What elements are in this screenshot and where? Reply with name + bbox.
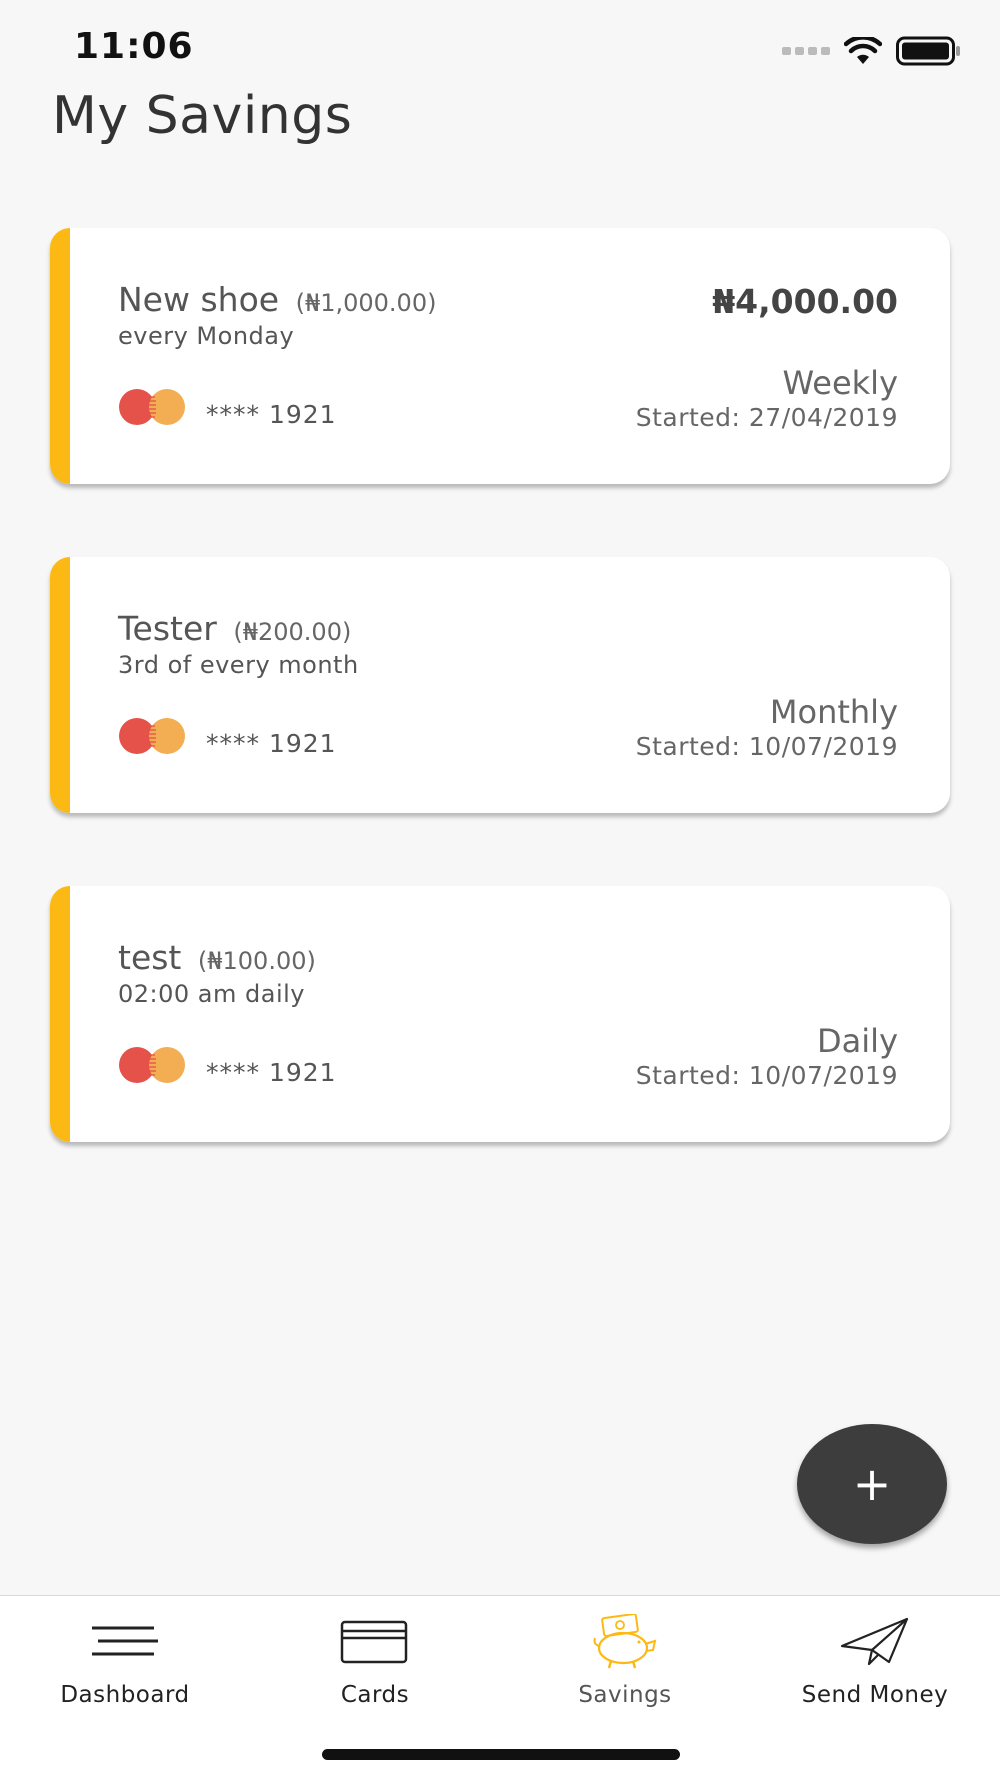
savings-card[interactable]: Tester (₦200.00) 3rd of every month ****… (50, 557, 950, 813)
battery-icon (896, 36, 960, 66)
savings-frequency: Daily (817, 1022, 898, 1060)
savings-total: ₦4,000.00 (712, 282, 898, 321)
savings-schedule: 02:00 am daily (118, 980, 305, 1008)
savings-title: test (118, 938, 182, 977)
status-icons (782, 36, 962, 66)
savings-start-date: Started: 27/04/2019 (635, 403, 898, 432)
savings-name: New shoe (₦1,000.00) (118, 280, 436, 319)
savings-title: New shoe (118, 280, 280, 319)
piggy-bank-icon (589, 1614, 661, 1670)
nav-label: Send Money (801, 1682, 949, 1708)
savings-title: Tester (118, 609, 217, 648)
home-indicator[interactable] (322, 1749, 680, 1760)
mastercard-icon (119, 718, 185, 754)
savings-name: Tester (₦200.00) (118, 609, 351, 648)
savings-amount: (₦200.00) (233, 618, 352, 646)
paper-plane-icon (839, 1614, 911, 1670)
plus-icon: + (852, 1457, 892, 1511)
savings-amount: (₦100.00) (197, 947, 316, 975)
wifi-icon (844, 37, 882, 64)
status-time: 11:06 (74, 26, 194, 67)
mastercard-icon (119, 389, 185, 425)
savings-screen: 11:06 My Savings New shoe (₦1,000.00) ev… (0, 0, 1000, 1778)
mastercard-icon (119, 1047, 185, 1083)
savings-card[interactable]: test (₦100.00) 02:00 am daily **** 1921 … (50, 886, 950, 1142)
savings-frequency: Weekly (782, 364, 899, 402)
savings-schedule: 3rd of every month (118, 651, 359, 679)
cellular-signal-icon (782, 47, 830, 55)
card-number: **** 1921 (206, 1058, 337, 1087)
nav-item-cards[interactable]: Cards (250, 1614, 500, 1724)
card-number: **** 1921 (206, 400, 337, 429)
savings-start-date: Started: 10/07/2019 (635, 1061, 898, 1090)
nav-label: Savings (578, 1682, 672, 1708)
savings-start-date: Started: 10/07/2019 (635, 732, 898, 761)
card-icon (340, 1614, 410, 1670)
nav-item-savings[interactable]: Savings (500, 1614, 750, 1724)
menu-icon (90, 1614, 160, 1670)
add-savings-button[interactable]: + (797, 1424, 947, 1544)
savings-card[interactable]: New shoe (₦1,000.00) every Monday ₦4,000… (50, 228, 950, 484)
savings-frequency: Monthly (769, 693, 898, 731)
card-number: **** 1921 (206, 729, 337, 758)
savings-amount: (₦1,000.00) (295, 289, 437, 317)
page-title: My Savings (52, 86, 353, 146)
nav-label: Cards (340, 1682, 410, 1708)
nav-label: Dashboard (60, 1682, 190, 1708)
savings-name: test (₦100.00) (118, 938, 316, 977)
nav-item-dashboard[interactable]: Dashboard (0, 1614, 250, 1724)
savings-schedule: every Monday (118, 322, 295, 350)
nav-item-send-money[interactable]: Send Money (750, 1614, 1000, 1724)
